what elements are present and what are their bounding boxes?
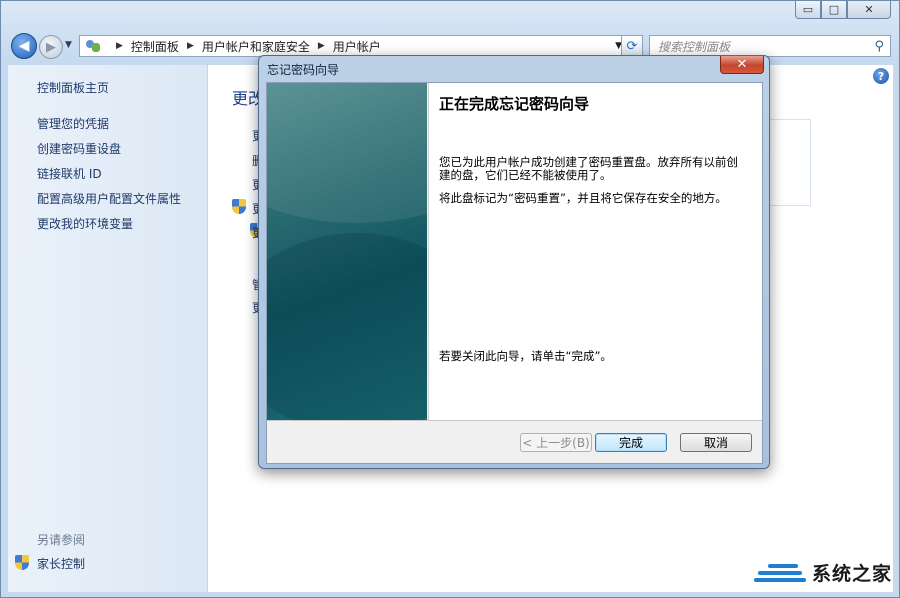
maximize-button[interactable]: □ [821,1,847,19]
breadcrumb-separator[interactable]: ▶ [187,41,194,51]
close-icon: ✕ [736,57,748,72]
minimize-button[interactable]: ▭ [795,1,821,19]
help-button[interactable]: ? [873,68,889,84]
wizard-heading: 正在完成忘记密码向导 [439,95,590,113]
close-window-button[interactable]: ✕ [847,1,891,19]
back-step-button[interactable]: < 上一步(B) [520,433,592,452]
wizard-banner-image [267,83,427,420]
shield-icon [232,199,246,214]
search-icon[interactable]: ⚲ [874,39,884,54]
forward-arrow-icon: ▶ [46,39,56,55]
link-create-password-reset-disk[interactable]: 创建密码重设盘 [37,140,121,157]
forward-button[interactable]: ▶ [39,35,63,59]
dialog-close-button[interactable]: ✕ [720,56,764,74]
search-placeholder: 搜索控制面板 [658,39,731,54]
logo-mark-icon [753,560,806,586]
link-manage-credentials[interactable]: 管理您的凭据 [37,115,109,132]
cancel-button[interactable]: 取消 [680,433,752,452]
link-advanced-profile-properties[interactable]: 配置高级用户配置文件属性 [37,190,181,207]
see-also-heading: 另请参阅 [37,533,86,547]
wizard-button-bar: < 上一步(B) 完成 取消 [267,420,762,463]
link-environment-variables[interactable]: 更改我的环境变量 [37,215,133,232]
wizard-text-success: 您已为此用户帐户成功创建了密码重置盘。放弃所有以前创建的盘，它们已经不能被使用了… [439,155,738,182]
help-icon: ? [877,69,885,83]
dialog-client-area: 正在完成忘记密码向导 您已为此用户帐户成功创建了密码重置盘。放弃所有以前创建的盘… [266,82,763,464]
refresh-button[interactable]: ⟳ [621,35,643,57]
search-input[interactable]: 搜索控制面板 ⚲ [649,35,891,57]
window-caption-buttons: ▭ □ ✕ [795,1,891,19]
shield-icon [15,555,29,570]
recent-pages-button[interactable]: ▼ [65,40,72,50]
breadcrumb-user-accounts[interactable]: 用户帐户 [333,38,381,55]
address-bar[interactable]: ▶ 控制面板 ▶ 用户帐户和家庭安全 ▶ 用户帐户 ▼ [79,35,627,57]
close-icon: ✕ [864,3,874,16]
chevron-down-icon: ▼ [65,40,72,50]
back-arrow-icon: ◀ [18,38,30,54]
maximize-icon: □ [828,3,840,16]
finish-button[interactable]: 完成 [595,433,667,452]
back-button[interactable]: ◀ [11,33,37,59]
link-online-id[interactable]: 链接联机 ID [37,165,102,182]
forgotten-password-wizard-dialog: 忘记密码向导 ✕ 正在完成忘记密码向导 您已为此用户帐户成功创建了密码重置盘。放… [258,55,770,469]
account-picture-box [768,119,811,206]
wizard-text-finish-hint: 若要关闭此向导，请单击“完成”。 [439,349,612,363]
breadcrumb-separator[interactable]: ▶ [116,41,123,51]
breadcrumb-user-accounts-family-safety[interactable]: 用户帐户和家庭安全 [202,38,310,55]
dialog-title: 忘记密码向导 [267,63,340,77]
wizard-text-label-disk: 将此盘标记为“密码重置”，并且将它保存在安全的地方。 [439,191,727,205]
breadcrumb-separator[interactable]: ▶ [318,41,325,51]
link-parental-controls[interactable]: 家长控制 [37,555,85,572]
user-accounts-icon [84,39,102,53]
wizard-content: 正在完成忘记密码向导 您已为此用户帐户成功创建了密码重置盘。放弃所有以前创建的盘… [428,83,762,420]
refresh-icon: ⟳ [626,38,638,54]
link-control-panel-home[interactable]: 控制面板主页 [37,79,109,96]
watermark-logo: 系统之家 [753,559,892,586]
watermark-text: 系统之家 [811,563,892,585]
breadcrumb-control-panel[interactable]: 控制面板 [131,38,179,55]
minimize-icon: ▭ [802,3,814,16]
task-pane: 控制面板主页 管理您的凭据 创建密码重设盘 链接联机 ID 配置高级用户配置文件… [8,65,208,592]
